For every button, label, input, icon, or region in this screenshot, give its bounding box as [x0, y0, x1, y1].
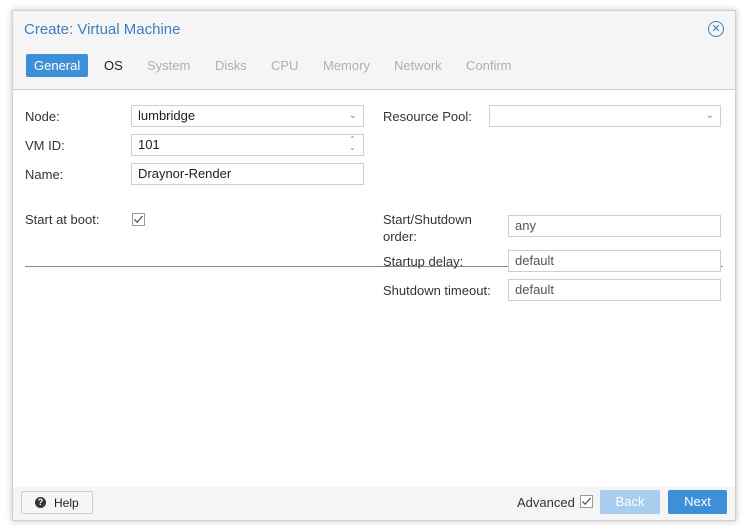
order-placeholder: any — [515, 218, 536, 233]
order-input[interactable]: any — [508, 215, 721, 237]
vmid-input[interactable]: 101 ⌃ ⌄ — [131, 134, 364, 156]
node-select[interactable]: lumbridge ⌄ — [131, 105, 364, 127]
dialog-footer: ? Help Advanced Back Next — [13, 487, 735, 520]
next-button[interactable]: Next — [668, 490, 727, 514]
checkmark-icon — [582, 497, 591, 506]
name-input[interactable]: Draynor-Render — [131, 163, 364, 185]
resource-pool-select[interactable]: ⌄ — [489, 105, 721, 127]
tab-general[interactable]: General — [26, 54, 89, 77]
shutdown-timeout-placeholder: default — [515, 282, 555, 297]
vmid-value: 101 — [138, 137, 160, 152]
help-button[interactable]: ? Help — [21, 491, 93, 514]
startup-delay-label: Startup delay: — [383, 254, 464, 269]
tab-network: Network — [394, 58, 442, 73]
question-circle-icon: ? — [35, 497, 46, 508]
dialog-titlebar: Create: Virtual Machine ✕ — [13, 11, 735, 49]
startup-delay-placeholder: default — [515, 253, 555, 268]
startup-delay-input[interactable]: default — [508, 250, 721, 272]
help-label: Help — [54, 496, 79, 510]
tab-system: System — [147, 58, 191, 73]
dialog-title: Create: Virtual Machine — [24, 21, 181, 38]
wizard-tabs: General OS System Disks CPU Memory Netwo… — [13, 49, 735, 89]
shutdown-timeout-label: Shutdown timeout: — [383, 283, 491, 298]
chevron-down-icon[interactable]: ⌄ — [706, 106, 714, 126]
node-value: lumbridge — [138, 108, 196, 123]
order-label-line2: order: — [383, 229, 417, 244]
node-label: Node: — [25, 109, 60, 124]
advanced-checkbox[interactable] — [580, 495, 593, 508]
order-label-line1: Start/Shutdown — [383, 212, 472, 227]
chevron-down-icon[interactable]: ⌄ — [349, 106, 357, 126]
start-at-boot-label: Start at boot: — [25, 212, 100, 227]
tab-cpu: CPU — [271, 58, 299, 73]
name-label: Name: — [25, 167, 64, 182]
create-vm-dialog: Create: Virtual Machine ✕ General OS Sys… — [12, 10, 736, 521]
shutdown-timeout-input[interactable]: default — [508, 279, 721, 301]
back-button: Back — [600, 490, 660, 514]
start-at-boot-checkbox[interactable] — [132, 213, 145, 226]
name-value: Draynor-Render — [138, 166, 232, 181]
general-panel: Node: lumbridge ⌄ VM ID: 101 ⌃ ⌄ Name: Dr… — [13, 89, 735, 488]
tab-confirm: Confirm — [466, 58, 512, 73]
resource-pool-label: Resource Pool: — [383, 109, 472, 124]
close-icon[interactable]: ✕ — [708, 21, 724, 37]
advanced-label: Advanced — [517, 495, 575, 510]
tab-disks: Disks — [215, 58, 247, 73]
tab-memory: Memory — [323, 58, 370, 73]
spinner-icon[interactable]: ⌃ ⌄ — [348, 136, 357, 154]
vmid-label: VM ID: — [25, 138, 65, 153]
tab-os[interactable]: OS — [96, 54, 131, 77]
checkmark-icon — [134, 215, 143, 224]
